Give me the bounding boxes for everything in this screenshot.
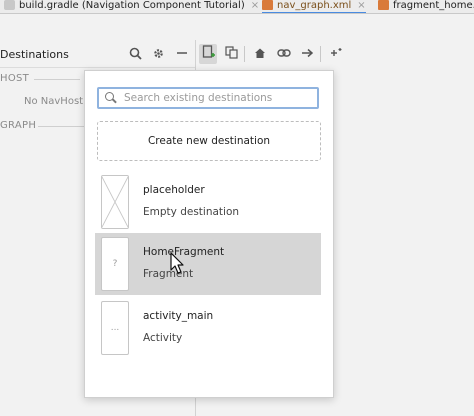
tab-build-gradle[interactable]: build.gradle (Navigation Component Tutor…: [4, 0, 259, 13]
no-navhost-message: No NavHostF: [24, 96, 89, 107]
gradle-icon: [4, 0, 15, 10]
close-icon[interactable]: ×: [357, 0, 365, 11]
close-icon[interactable]: ×: [251, 0, 259, 11]
new-destination-icon: [202, 45, 215, 63]
destination-type: Empty destination: [143, 206, 240, 218]
arrow-right-icon: [301, 47, 314, 61]
search-icon: [104, 91, 118, 105]
copy-button[interactable]: [222, 44, 240, 64]
fragment-thumbnail-icon: ?: [101, 237, 129, 291]
xml-file-icon: [262, 0, 273, 10]
destination-item-placeholder[interactable]: placeholder Empty destination: [95, 171, 321, 233]
destination-item-activity-main[interactable]: ... activity_main Activity: [95, 297, 321, 359]
search-icon[interactable]: [128, 46, 142, 60]
tab-label: build.gradle (Navigation Component Tutor…: [19, 0, 245, 11]
mouse-cursor-icon: [170, 252, 186, 276]
new-destination-button[interactable]: [199, 44, 217, 64]
xml-file-icon: [378, 0, 389, 10]
destination-search-field[interactable]: [97, 87, 319, 109]
action-button[interactable]: [298, 44, 316, 64]
destination-search-input[interactable]: [124, 92, 314, 104]
toolbar-separator: [320, 46, 321, 62]
section-graph-label: GRAPH: [0, 120, 37, 131]
tab-label: fragment_home.x: [393, 0, 474, 11]
divider: [34, 79, 80, 80]
gear-icon[interactable]: [151, 46, 165, 60]
create-new-destination-button[interactable]: Create new destination: [97, 121, 321, 161]
tab-nav-graph[interactable]: nav_graph.xml ×: [262, 0, 366, 13]
destinations-header: Destinations: [0, 42, 196, 66]
tab-label: nav_graph.xml: [277, 0, 352, 11]
destination-name: placeholder: [143, 184, 205, 196]
placeholder-thumbnail-icon: [101, 175, 129, 229]
tab-fragment-home[interactable]: fragment_home.x: [378, 0, 474, 13]
auto-arrange-icon: [330, 47, 344, 62]
link-icon: [277, 47, 291, 61]
divider: [0, 67, 196, 68]
link-button[interactable]: [275, 44, 293, 64]
auto-arrange-button[interactable]: [328, 44, 346, 64]
editor-tab-bar: build.gradle (Navigation Component Tutor…: [0, 0, 474, 14]
toolbar-separator: [244, 46, 245, 62]
activity-thumbnail-icon: ...: [101, 301, 129, 355]
home-icon: [254, 47, 266, 62]
add-destination-popup: Create new destination placeholder Empty…: [84, 70, 334, 398]
divider: [38, 126, 84, 127]
destination-type: Activity: [143, 332, 183, 344]
copy-icon: [224, 46, 238, 62]
destination-name: activity_main: [143, 310, 214, 322]
minus-icon[interactable]: [175, 46, 189, 60]
home-button[interactable]: [251, 44, 269, 64]
create-new-destination-label: Create new destination: [147, 135, 271, 147]
section-host-label: HOST: [0, 73, 30, 84]
destination-item-homefragment[interactable]: ? HomeFragment Fragment: [95, 233, 321, 295]
destinations-title: Destinations: [0, 48, 69, 61]
